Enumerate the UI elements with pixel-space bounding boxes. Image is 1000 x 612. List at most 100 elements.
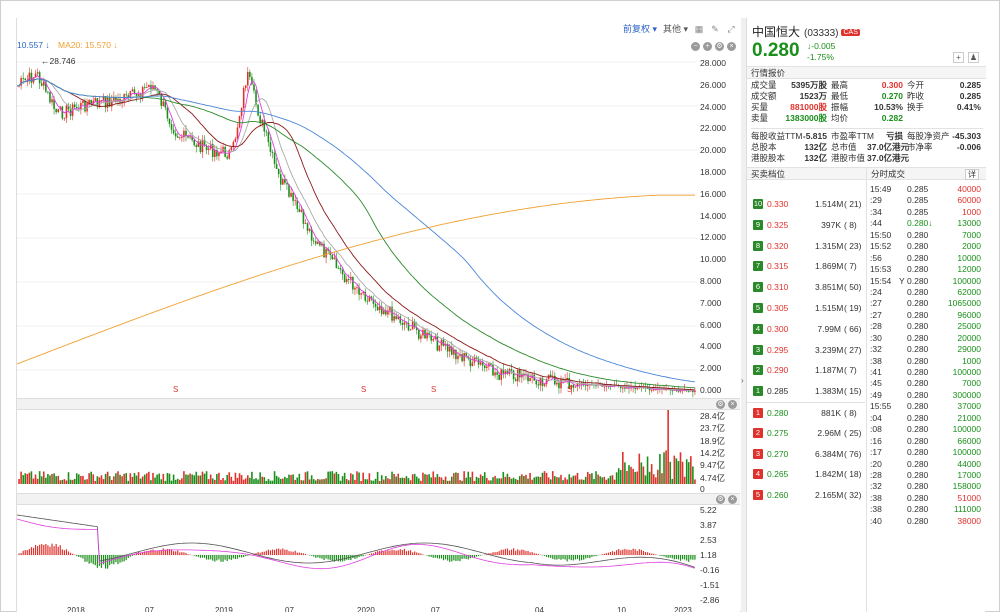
volume-bar bbox=[218, 472, 220, 484]
level-price: 0.275 bbox=[767, 427, 789, 438]
candle-body bbox=[304, 223, 307, 224]
volume-bar bbox=[78, 474, 80, 484]
axis-tick-label: 16.000 bbox=[700, 188, 726, 199]
macd-histogram-bar bbox=[422, 554, 424, 555]
ask-level-row[interactable]: 10 0.330 1.514M( 21) bbox=[747, 194, 865, 215]
ask-level-row[interactable]: 1 0.285 1.383M( 15) bbox=[747, 381, 865, 402]
collapse-arrow-icon[interactable]: › bbox=[741, 376, 744, 385]
volume-bar bbox=[343, 472, 346, 484]
ask-level-row[interactable]: 8 0.320 1.315M( 23) bbox=[747, 236, 865, 257]
minus-icon[interactable]: − bbox=[691, 42, 700, 51]
macd-histogram-bar bbox=[686, 555, 688, 561]
bid-level-row[interactable]: 3 0.270 6.384M( 76) bbox=[747, 444, 865, 465]
volume-bar bbox=[370, 480, 373, 484]
macd-histogram-bar bbox=[620, 550, 622, 555]
bid-level-row[interactable]: 4 0.265 1.842M( 18) bbox=[747, 464, 865, 485]
bid-level-row[interactable]: 2 0.275 2.96M( 25) bbox=[747, 423, 865, 444]
ma60-line bbox=[17, 78, 695, 389]
bid-level-row[interactable]: 1 0.280 881K( 8) bbox=[747, 401, 865, 423]
macd-histogram-bar bbox=[315, 555, 317, 558]
macd-histogram-bar bbox=[688, 555, 690, 562]
volume-bar bbox=[415, 476, 418, 484]
close-icon[interactable]: × bbox=[727, 42, 736, 51]
alert-bell-icon[interactable]: ♟ bbox=[968, 52, 979, 63]
ask-level-row[interactable]: 4 0.300 7.99M( 66) bbox=[747, 319, 865, 340]
split-marker: S bbox=[361, 385, 366, 394]
detail-button[interactable]: 详 bbox=[965, 169, 979, 180]
close-icon[interactable]: × bbox=[728, 400, 737, 409]
volume-bar bbox=[220, 479, 222, 484]
axis-tick-label: 8.000 bbox=[700, 276, 722, 286]
tick-volume: 40000 bbox=[957, 184, 981, 194]
candle-body bbox=[22, 78, 24, 79]
macd-histogram-bar bbox=[463, 555, 465, 559]
macd-histogram-bar bbox=[302, 553, 305, 555]
kline-chart-area[interactable]: 前复权 ▾ 其他 ▾ ▦ ✎ ⤢ 10.557 ↓ MA20: 15.570 ↓… bbox=[16, 18, 740, 612]
ask-level-row[interactable]: 3 0.295 3.239M( 27) bbox=[747, 340, 865, 361]
volume-bar bbox=[453, 473, 455, 484]
tick-volume: 66000 bbox=[957, 435, 981, 446]
high-price-marker: ←28.746 bbox=[41, 56, 76, 66]
ask-level-row[interactable]: 6 0.310 3.851M( 50) bbox=[747, 277, 865, 298]
volume-bar bbox=[683, 476, 686, 484]
volume-bar bbox=[18, 478, 20, 484]
fullscreen-icon[interactable]: ⤢ bbox=[726, 24, 736, 34]
tick-time: 15:50 bbox=[870, 229, 892, 240]
volume-bar bbox=[286, 478, 288, 484]
close-icon[interactable]: × bbox=[728, 495, 737, 504]
ask-level-row[interactable]: 2 0.290 1.187M( 7) bbox=[747, 360, 865, 381]
tick-time: 15:55 bbox=[870, 401, 892, 412]
draw-pencil-icon[interactable]: ✎ bbox=[710, 24, 720, 34]
macd-histogram-bar bbox=[199, 555, 201, 558]
gear-icon[interactable]: ⚙ bbox=[716, 495, 725, 504]
level-order-count: ( 21) bbox=[844, 199, 862, 209]
adjust-dropdown[interactable]: 前复权 ▾ bbox=[623, 22, 657, 35]
tick-price: 0.280 bbox=[907, 275, 929, 286]
macd-histogram-bar bbox=[570, 555, 572, 561]
macd-histogram-bar bbox=[636, 550, 638, 555]
gear-icon[interactable]: ⚙ bbox=[715, 42, 724, 51]
trade-tick-row: :45 0.280 7000 bbox=[867, 378, 984, 389]
quote-row: 卖量 1383000股 均价 0.282 bbox=[751, 113, 983, 124]
volume-bar bbox=[133, 473, 136, 484]
ma-legend-item: 10.557 ↓ bbox=[17, 40, 50, 50]
volume-bar bbox=[331, 471, 334, 484]
candle-body bbox=[457, 355, 459, 360]
macd-histogram-bar bbox=[513, 548, 515, 555]
time-tick-label: 2023 bbox=[674, 606, 692, 612]
other-dropdown[interactable]: 其他 ▾ bbox=[663, 22, 688, 35]
trade-tick-row: 15:49 0.285 40000 bbox=[867, 184, 984, 195]
macd-histogram-bar bbox=[434, 555, 436, 558]
add-watchlist-icon[interactable]: + bbox=[953, 52, 964, 63]
grid-icon[interactable]: ▦ bbox=[694, 24, 704, 34]
volume-bar bbox=[632, 468, 634, 484]
quote-row: 每股收益TTM -5.815 市盈率TTM 亏损 每股净资产 -45.303 bbox=[751, 131, 983, 142]
ask-level-row[interactable]: 5 0.305 1.515M( 19) bbox=[747, 298, 865, 319]
volume-bar bbox=[102, 479, 105, 484]
candle-body bbox=[207, 148, 210, 150]
macd-histogram-bar bbox=[370, 553, 373, 555]
ask-level-row[interactable]: 7 0.315 1.869M( 7) bbox=[747, 256, 865, 277]
macd-histogram-bar bbox=[613, 551, 616, 555]
level-order-count: ( 15) bbox=[844, 386, 862, 397]
level-order-count: ( 7) bbox=[844, 261, 857, 272]
macd-histogram-bar bbox=[517, 549, 519, 555]
candle-body bbox=[624, 387, 626, 389]
candle-body bbox=[162, 101, 165, 106]
gear-icon[interactable]: ⚙ bbox=[716, 400, 725, 409]
candle-body bbox=[249, 71, 251, 78]
plus-icon[interactable]: + bbox=[703, 42, 712, 51]
macd-histogram-bar bbox=[690, 555, 692, 560]
quote-label: 总市值 bbox=[831, 142, 857, 152]
tick-price: 0.280 bbox=[907, 515, 929, 526]
volume-bar bbox=[380, 475, 383, 484]
volume-bar bbox=[337, 474, 340, 484]
candle-body bbox=[55, 109, 57, 113]
trade-tick-row: :08 0.280 100000 bbox=[867, 424, 984, 435]
volume-bar bbox=[290, 474, 292, 484]
volume-bar bbox=[335, 471, 338, 484]
quote-value: -0.006 bbox=[956, 142, 981, 152]
ask-level-row[interactable]: 9 0.325 397K( 8) bbox=[747, 215, 865, 236]
volume-bar bbox=[298, 473, 301, 484]
bid-level-row[interactable]: 5 0.260 2.165M( 32) bbox=[747, 485, 865, 506]
